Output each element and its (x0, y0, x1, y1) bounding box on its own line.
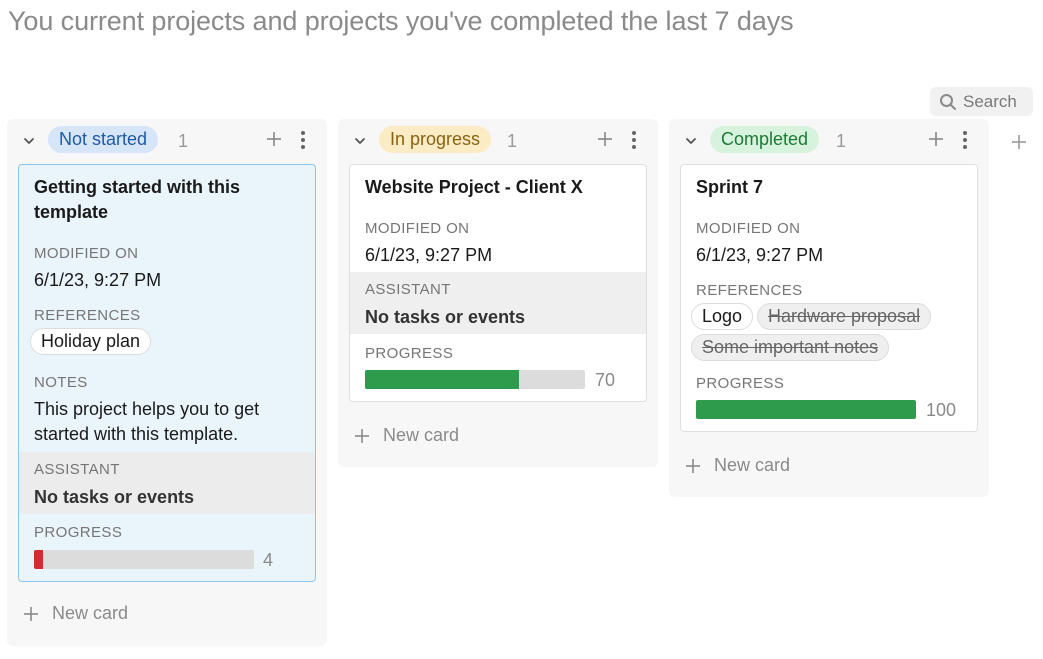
search-button[interactable]: Search (930, 87, 1033, 116)
modified-label: MODIFIED ON (696, 220, 801, 237)
search-label: Search (963, 91, 1017, 111)
status-tag-not-started[interactable]: Not started (48, 126, 159, 153)
modified-value: 6/1/23, 9:27 PM (696, 245, 824, 265)
card-title: Website Project - Client X (365, 177, 583, 197)
chevron-down-icon[interactable] (683, 133, 699, 149)
chevron-down-icon[interactable] (352, 133, 368, 149)
progress-value: 4 (263, 550, 274, 570)
references-label: REFERENCES (34, 307, 141, 324)
assistant-value: No tasks or events (34, 487, 195, 507)
search-icon (940, 93, 956, 110)
status-tag-in-progress[interactable]: In progress (379, 126, 492, 153)
progress-bar-fill (365, 370, 519, 389)
assistant-label: ASSISTANT (365, 281, 451, 298)
assistant-section: ASSISTANT No tasks or events (19, 452, 315, 514)
plus-icon (24, 606, 38, 621)
more-vertical-icon[interactable] (296, 130, 310, 150)
notes-line: started with this template. (34, 424, 239, 444)
plus-icon (686, 458, 700, 473)
assistant-section: ASSISTANT No tasks or events (350, 272, 646, 334)
add-group-plus-icon[interactable] (1010, 133, 1028, 151)
reference-chip[interactable]: Some important notes (691, 334, 890, 361)
column-count: 1 (507, 131, 518, 151)
progress-bar (365, 370, 585, 389)
new-card-label: New card (383, 425, 460, 445)
references-label: REFERENCES (696, 282, 803, 299)
card-title-line: template (34, 202, 109, 222)
status-tag-label: Not started (59, 129, 148, 149)
modified-value: 6/1/23, 9:27 PM (365, 245, 493, 265)
page-subtitle: You current projects and projects you've… (8, 6, 794, 36)
status-tag-completed[interactable]: Completed (710, 126, 820, 153)
new-card-button[interactable]: New card (23, 603, 128, 624)
board-column-completed: Completed 1 Sprint 7 MODIFIED ON 6/1/23,… (669, 119, 989, 497)
more-vertical-icon[interactable] (627, 130, 641, 150)
board-column-not-started: Not started 1 Getting started with this … (7, 119, 327, 646)
progress-bar (696, 400, 916, 419)
column-count: 1 (178, 131, 189, 151)
progress-bar-fill (696, 400, 916, 419)
column-count: 1 (836, 131, 847, 151)
progress-label: PROGRESS (365, 345, 454, 362)
notes-label: NOTES (34, 374, 88, 391)
new-card-label: New card (52, 603, 129, 623)
project-card[interactable]: Website Project - Client X MODIFIED ON 6… (349, 164, 647, 402)
reference-chip[interactable]: Hardware proposal (757, 303, 932, 330)
plus-icon (355, 428, 369, 443)
column-header: Completed 1 (669, 119, 989, 163)
notes-text: This project helps you to get started wi… (34, 397, 304, 447)
status-tag-label: In progress (390, 129, 481, 149)
progress-label: PROGRESS (696, 375, 785, 392)
column-header: Not started 1 (7, 119, 327, 163)
progress-value: 70 (595, 370, 616, 390)
status-tag-label: Completed (721, 129, 809, 149)
modified-label: MODIFIED ON (34, 245, 139, 262)
project-card[interactable]: Sprint 7 MODIFIED ON 6/1/23, 9:27 PM REF… (680, 164, 978, 432)
progress-value: 100 (926, 400, 957, 420)
new-card-button[interactable]: New card (685, 455, 790, 476)
progress-label: PROGRESS (34, 524, 123, 541)
more-vertical-icon[interactable] (958, 130, 972, 150)
modified-label: MODIFIED ON (365, 220, 470, 237)
notes-line: This project helps you to get (34, 399, 260, 419)
new-card-button[interactable]: New card (354, 425, 459, 446)
reference-chip[interactable]: Logo (691, 303, 754, 330)
plus-icon[interactable] (265, 130, 283, 148)
assistant-value: No tasks or events (365, 307, 526, 327)
progress-bar-fill (34, 550, 43, 569)
assistant-label: ASSISTANT (34, 461, 120, 478)
card-title: Getting started with this template (34, 175, 240, 225)
plus-icon[interactable] (927, 130, 945, 148)
new-card-label: New card (714, 455, 791, 475)
modified-value: 6/1/23, 9:27 PM (34, 270, 162, 290)
progress-bar (34, 550, 254, 569)
card-title: Sprint 7 (696, 177, 764, 197)
reference-chip[interactable]: Holiday plan (30, 328, 152, 355)
chevron-down-icon[interactable] (21, 133, 37, 149)
column-header: In progress 1 (338, 119, 658, 163)
plus-icon[interactable] (596, 130, 614, 148)
project-card[interactable]: Getting started with this template MODIF… (18, 164, 316, 582)
board-column-in-progress: In progress 1 Website Project - Client X… (338, 119, 658, 467)
card-title-line: Getting started with this (34, 177, 241, 197)
